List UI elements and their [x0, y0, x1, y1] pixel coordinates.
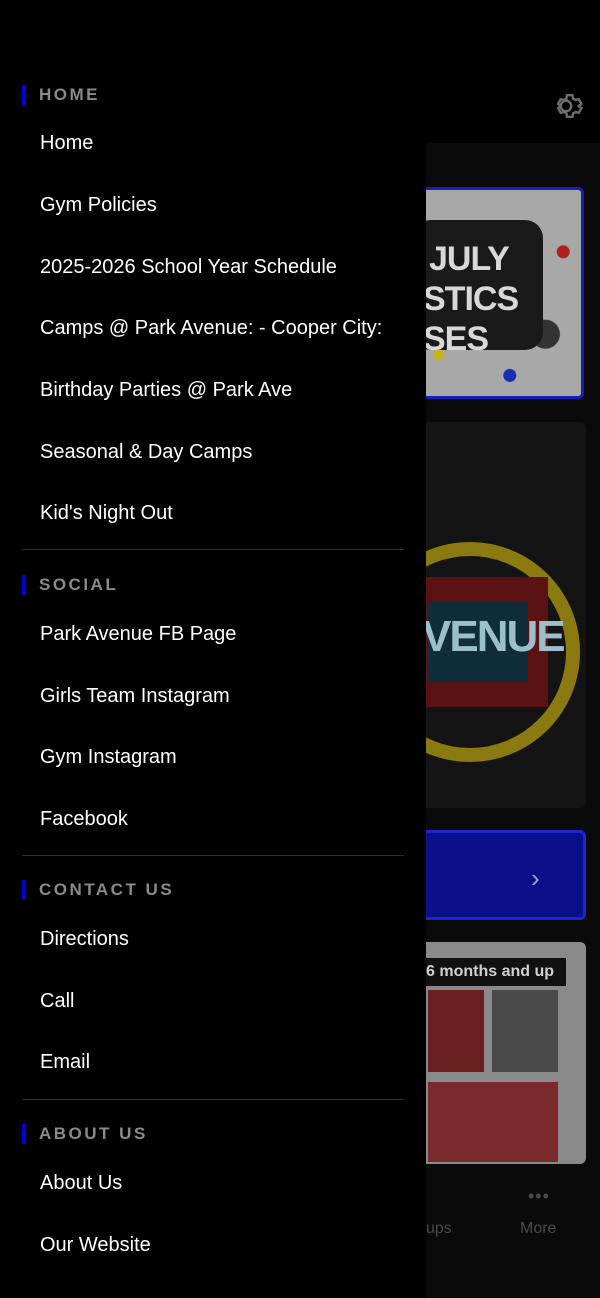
- menu-item-girls-team-instagram[interactable]: Girls Team Instagram: [40, 685, 230, 708]
- menu-item-fb-page[interactable]: Park Avenue FB Page: [40, 623, 236, 646]
- gear-icon[interactable]: [548, 88, 584, 124]
- promo-line-2: STICS: [423, 280, 519, 318]
- section-header-contact: CONTACT US: [22, 880, 174, 900]
- menu-item-directions[interactable]: Directions: [40, 928, 129, 951]
- section-header-social: SOCIAL: [22, 575, 118, 595]
- photo-thumb: [428, 1082, 558, 1162]
- menu-item-our-website[interactable]: Our Website: [40, 1234, 151, 1257]
- section-divider: [22, 855, 404, 856]
- menu-item-call[interactable]: Call: [40, 990, 74, 1013]
- age-banner: 6 months and up: [420, 958, 566, 986]
- menu-item-school-year-schedule[interactable]: 2025-2026 School Year Schedule: [40, 256, 337, 279]
- section-title: CONTACT US: [39, 880, 175, 899]
- tab-groups-label[interactable]: ups: [426, 1220, 452, 1238]
- menu-item-kids-night-out[interactable]: Kid's Night Out: [40, 502, 173, 525]
- section-divider: [22, 549, 404, 550]
- menu-item-about-us[interactable]: About Us: [40, 1172, 122, 1195]
- logo-card[interactable]: VENUE: [400, 422, 586, 808]
- section-accent-bar: [22, 1124, 26, 1144]
- promo-line-1: JULY: [429, 240, 510, 278]
- menu-item-gym-instagram[interactable]: Gym Instagram: [40, 746, 177, 769]
- section-header-about: ABOUT US: [22, 1124, 148, 1144]
- menu-item-home[interactable]: Home: [40, 132, 93, 155]
- photo-thumb: [492, 990, 558, 1072]
- navigation-drawer: HOME Home Gym Policies 2025-2026 School …: [0, 0, 426, 1298]
- chevron-right-icon: ›: [531, 863, 540, 893]
- photo-thumb: [428, 990, 484, 1072]
- menu-item-seasonal-day-camps[interactable]: Seasonal & Day Camps: [40, 441, 252, 464]
- tab-more-label[interactable]: More: [520, 1220, 556, 1238]
- section-title: ABOUT US: [39, 1124, 148, 1143]
- menu-item-birthday-parties[interactable]: Birthday Parties @ Park Ave: [40, 379, 292, 402]
- logo-text: VENUE: [422, 612, 566, 661]
- classes-card[interactable]: 6 months and up: [400, 942, 586, 1164]
- section-title: HOME: [39, 85, 100, 104]
- section-accent-bar: [22, 85, 26, 105]
- section-title: SOCIAL: [39, 575, 119, 594]
- section-header-home: HOME: [22, 85, 100, 105]
- menu-item-camps[interactable]: Camps @ Park Avenue: - Cooper City:: [40, 317, 382, 340]
- section-accent-bar: [22, 575, 26, 595]
- promo-line-3: SES: [423, 320, 489, 358]
- section-divider: [22, 1099, 404, 1100]
- menu-item-gym-policies[interactable]: Gym Policies: [40, 194, 157, 217]
- action-card[interactable]: ›: [400, 830, 586, 920]
- menu-item-email[interactable]: Email: [40, 1051, 90, 1074]
- promo-card-july[interactable]: JULY STICS SES: [400, 187, 584, 399]
- more-dots-icon[interactable]: •••: [528, 1186, 550, 1207]
- section-accent-bar: [22, 880, 26, 900]
- menu-item-facebook[interactable]: Facebook: [40, 808, 128, 831]
